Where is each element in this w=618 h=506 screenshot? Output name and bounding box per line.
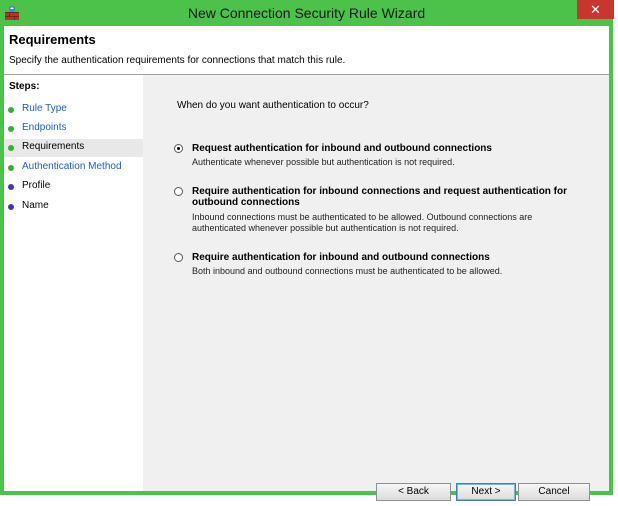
steps-pane: Steps: Rule Type Endpoints Requirements … — [4, 75, 143, 491]
step-label: Endpoints — [22, 122, 67, 133]
cancel-button[interactable]: Cancel — [518, 483, 590, 501]
step-pending-bullet-icon — [8, 204, 14, 210]
step-label: Requirements — [22, 141, 85, 152]
option-description: Inbound connections must be authenticate… — [192, 212, 533, 233]
step-name: Name — [4, 198, 143, 216]
step-pending-bullet-icon — [8, 184, 14, 190]
step-complete-bullet-icon — [8, 126, 14, 132]
next-button[interactable]: Next > — [456, 483, 516, 501]
step-label: Name — [22, 200, 49, 211]
option-title: Require authentication for inbound conne… — [192, 186, 568, 208]
option-description: Both inbound and outbound connections mu… — [192, 266, 503, 276]
window-title: New Connection Security Rule Wizard — [187, 5, 426, 21]
radio-button-selected[interactable] — [174, 144, 183, 153]
close-icon: ✕ — [590, 2, 601, 17]
page-title: Requirements — [9, 32, 96, 47]
step-label: Authentication Method — [22, 161, 122, 172]
radio-button[interactable] — [174, 187, 183, 196]
step-complete-bullet-icon — [8, 107, 14, 113]
option-title: Require authentication for inbound and o… — [192, 252, 490, 263]
step-label: Rule Type — [22, 103, 67, 114]
close-button[interactable]: ✕ — [577, 0, 614, 19]
back-button[interactable]: < Back — [376, 483, 451, 501]
page-subtitle: Specify the authentication requirements … — [9, 55, 346, 66]
step-endpoints[interactable]: Endpoints — [4, 120, 143, 138]
step-complete-bullet-icon — [8, 165, 14, 171]
step-current-bullet-icon — [8, 145, 14, 151]
content-pane: When do you want authentication to occur… — [143, 75, 609, 501]
question-text: When do you want authentication to occur… — [177, 100, 369, 111]
steps-label: Steps: — [9, 81, 40, 92]
wizard-window: New Connection Security Rule Wizard ✕ Re… — [0, 0, 614, 501]
step-profile: Profile — [4, 178, 143, 196]
step-rule-type[interactable]: Rule Type — [4, 101, 143, 119]
option-title: Request authentication for inbound and o… — [192, 143, 492, 154]
radio-button[interactable] — [174, 253, 183, 262]
wizard-client-area: Requirements Specify the authentication … — [4, 26, 609, 501]
step-authentication-method[interactable]: Authentication Method — [4, 159, 143, 177]
step-label: Profile — [22, 180, 51, 191]
page-header: Requirements Specify the authentication … — [4, 26, 609, 75]
option-description: Authenticate whenever possible but authe… — [192, 157, 455, 167]
title-bar[interactable]: New Connection Security Rule Wizard ✕ — [0, 0, 614, 26]
step-requirements: Requirements — [4, 139, 143, 157]
